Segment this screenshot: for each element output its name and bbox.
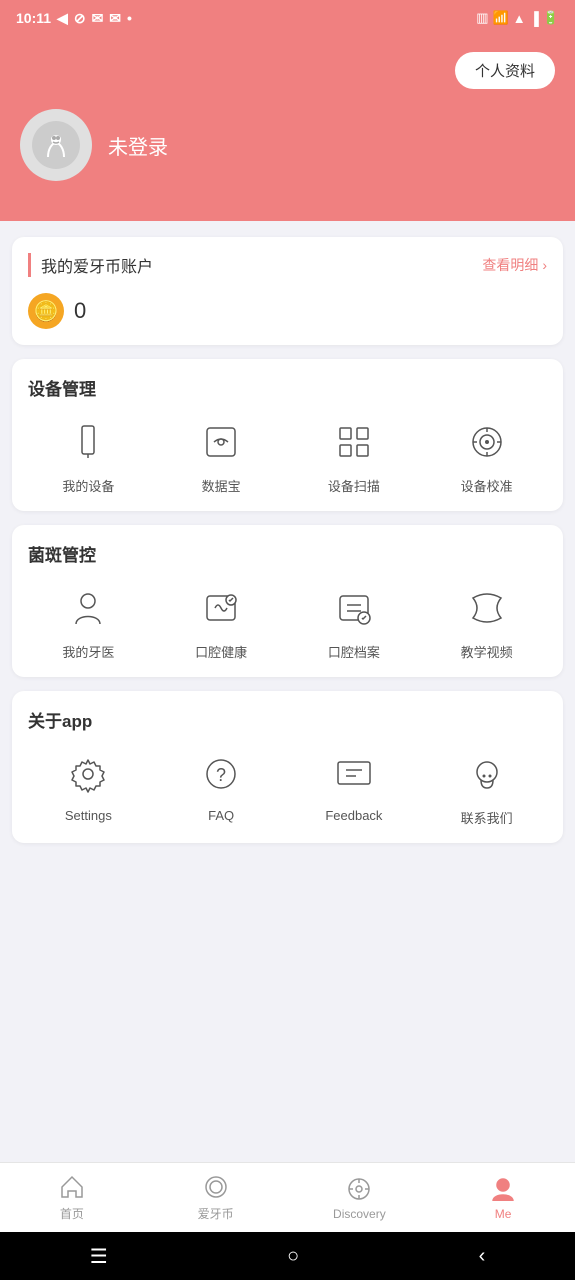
coin-title: 我的爱牙币账户 — [28, 253, 153, 277]
nav-home-label: 首页 — [60, 1205, 84, 1222]
battery-icon: 🔋 — [543, 10, 559, 26]
faq-label: FAQ — [208, 808, 234, 823]
plaque-management-grid: 我的牙医 口腔健康 口腔档案 教学视频 — [28, 582, 547, 661]
vibrate-icon: ▥ — [476, 10, 488, 26]
faq-icon: ? — [195, 748, 247, 800]
device-calibrate-icon — [461, 416, 513, 468]
home-icon — [58, 1173, 86, 1201]
wifi-icon: ▲ — [513, 11, 526, 26]
device-calibrate-item[interactable]: 设备校准 — [426, 416, 547, 495]
location-icon: ◀ — [57, 10, 68, 27]
tutorial-video-label: 教学视频 — [461, 642, 513, 661]
user-info: 未登录 — [20, 109, 555, 181]
signal-icon: ▐ — [530, 11, 539, 26]
device-management-grid: 我的设备 数据宝 设备扫描 — [28, 416, 547, 495]
settings-icon — [62, 748, 114, 800]
faq-item[interactable]: ? FAQ — [161, 748, 282, 827]
coin-account-card: 我的爱牙币账户 查看明细 › 🪙 0 — [12, 237, 563, 345]
nav-discovery[interactable]: Discovery — [288, 1163, 432, 1232]
dot-icon: • — [127, 10, 132, 26]
data-treasure-label: 数据宝 — [202, 476, 241, 495]
chevron-right-icon: › — [542, 257, 547, 273]
device-management-card: 设备管理 我的设备 数据宝 — [12, 359, 563, 511]
feedback-icon — [328, 748, 380, 800]
my-device-label: 我的设备 — [62, 476, 114, 495]
oral-records-item[interactable]: 口腔档案 — [294, 582, 415, 661]
about-app-grid: Settings ? FAQ Feedback — [28, 748, 547, 827]
device-scan-item[interactable]: 设备扫描 — [294, 416, 415, 495]
android-nav: ☰ ○ ‹ — [0, 1232, 575, 1280]
coin-icon: 🪙 — [28, 293, 64, 329]
plaque-management-title: 菌斑管控 — [28, 541, 547, 566]
settings-label: Settings — [65, 808, 112, 823]
my-device-item[interactable]: 我的设备 — [28, 416, 149, 495]
feedback-label: Feedback — [325, 808, 382, 823]
call-icon: 📶 — [493, 10, 509, 26]
mail2-icon: ✉ — [109, 10, 121, 27]
oral-health-icon — [195, 582, 247, 634]
svg-text:?: ? — [216, 765, 226, 785]
tutorial-video-item[interactable]: 教学视频 — [426, 582, 547, 661]
my-dentist-label: 我的牙医 — [62, 642, 114, 661]
device-calibrate-label: 设备校准 — [461, 476, 513, 495]
discovery-icon — [345, 1175, 373, 1203]
status-time: 10:11 ◀ ⊘ ✉ ✉ • — [16, 10, 132, 27]
data-treasure-icon — [195, 416, 247, 468]
nav-coin[interactable]: 爱牙币 — [144, 1163, 288, 1232]
coin-detail-link[interactable]: 查看明细 › — [482, 255, 547, 275]
mail-icon: ✉ — [92, 10, 104, 27]
avatar — [20, 109, 92, 181]
nav-me-label: Me — [495, 1207, 512, 1221]
contact-us-item[interactable]: 联系我们 — [426, 748, 547, 827]
main-content: 我的爱牙币账户 查看明细 › 🪙 0 设备管理 我的设备 — [0, 221, 575, 1162]
header-top: 个人资料 — [20, 52, 555, 89]
bottom-nav: 首页 爱牙币 Discovery Me — [0, 1162, 575, 1232]
feedback-item[interactable]: Feedback — [294, 748, 415, 827]
nav-coin-label: 爱牙币 — [198, 1205, 234, 1222]
vpn-icon: ⊘ — [74, 10, 86, 27]
android-menu-icon[interactable]: ☰ — [90, 1244, 108, 1269]
contact-us-icon — [461, 748, 513, 800]
about-app-title: 关于app — [28, 707, 547, 732]
device-scan-icon — [328, 416, 380, 468]
data-treasure-item[interactable]: 数据宝 — [161, 416, 282, 495]
device-management-title: 设备管理 — [28, 375, 547, 400]
oral-records-icon — [328, 582, 380, 634]
my-dentist-icon — [62, 582, 114, 634]
oral-health-label: 口腔健康 — [195, 642, 247, 661]
my-device-icon — [62, 416, 114, 468]
android-back-icon[interactable]: ‹ — [479, 1245, 486, 1268]
nav-home[interactable]: 首页 — [0, 1163, 144, 1232]
my-dentist-item[interactable]: 我的牙医 — [28, 582, 149, 661]
coin-amount: 🪙 0 — [28, 293, 547, 329]
plaque-management-card: 菌斑管控 我的牙医 口腔健康 口腔档案 — [12, 525, 563, 677]
status-icons: ▥ 📶 ▲ ▐ 🔋 — [476, 10, 559, 26]
profile-button[interactable]: 个人资料 — [455, 52, 555, 89]
device-scan-label: 设备扫描 — [328, 476, 380, 495]
header: 个人资料 未登录 — [0, 36, 575, 221]
about-app-card: 关于app Settings ? FAQ Feedb — [12, 691, 563, 843]
username: 未登录 — [108, 131, 168, 160]
coin-nav-icon — [202, 1173, 230, 1201]
coin-header: 我的爱牙币账户 查看明细 › — [28, 253, 547, 277]
status-bar: 10:11 ◀ ⊘ ✉ ✉ • ▥ 📶 ▲ ▐ 🔋 — [0, 0, 575, 36]
oral-records-label: 口腔档案 — [328, 642, 380, 661]
me-icon — [489, 1175, 517, 1203]
android-home-icon[interactable]: ○ — [287, 1245, 299, 1268]
nav-me[interactable]: Me — [431, 1163, 575, 1232]
nav-discovery-label: Discovery — [333, 1207, 386, 1221]
coin-number: 0 — [74, 298, 86, 324]
contact-us-label: 联系我们 — [461, 808, 513, 827]
tutorial-video-icon — [461, 582, 513, 634]
oral-health-item[interactable]: 口腔健康 — [161, 582, 282, 661]
settings-item[interactable]: Settings — [28, 748, 149, 827]
